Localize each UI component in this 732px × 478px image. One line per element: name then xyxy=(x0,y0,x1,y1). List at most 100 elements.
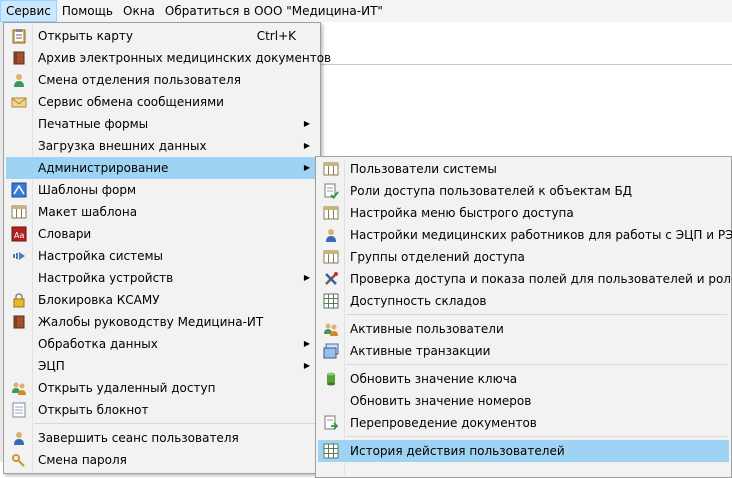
menu-item-label: Пользователи системы xyxy=(350,162,497,176)
submenu-arrow-icon: ▶ xyxy=(303,163,310,172)
menu-item-label: Проверка доступа и показа полей для поль… xyxy=(350,272,732,286)
submenu-item-update-numbers[interactable]: Обновить значение номеров xyxy=(318,390,729,412)
envelope-icon xyxy=(11,97,27,108)
submenu-arrow-icon: ▶ xyxy=(303,141,310,150)
menu-item-print-forms[interactable]: Печатные формы ▶ xyxy=(6,113,318,135)
menu-item-end-session[interactable]: Завершить сеанс пользователя xyxy=(6,427,318,449)
svg-text:Aa: Aa xyxy=(14,231,24,240)
clipboard-icon xyxy=(12,29,26,44)
menubar-item-contact[interactable]: Обратиться в ООО "Медицина-ИТ" xyxy=(160,0,388,22)
menu-item-label: Активные пользователи xyxy=(350,322,504,336)
menubar-item-windows[interactable]: Окна xyxy=(118,0,160,22)
menu-item-lock-ksamu[interactable]: Блокировка КСАМУ xyxy=(6,289,318,311)
menu-item-external-data[interactable]: Загрузка внешних данных ▶ xyxy=(6,135,318,157)
submenu-item-active-transactions[interactable]: Активные транзакции xyxy=(318,340,729,362)
book-icon xyxy=(13,315,25,329)
submenu-item-repost-documents[interactable]: Перепроведение документов xyxy=(318,412,729,434)
menu-item-label: Настройка меню быстрого доступа xyxy=(350,206,574,220)
menu-item-template-layout[interactable]: Макет шаблона xyxy=(6,201,318,223)
menu-item-label: Словари xyxy=(38,227,92,241)
menu-separator xyxy=(346,314,727,315)
menu-item-system-settings[interactable]: Настройка системы xyxy=(6,245,318,267)
grid-icon xyxy=(323,443,339,459)
menu-separator xyxy=(346,364,727,365)
grid-icon xyxy=(323,293,339,309)
submenu-item-access-check[interactable]: Проверка доступа и показа полей для поль… xyxy=(318,268,732,290)
submenu-arrow-icon: ▶ xyxy=(303,339,310,348)
menu-item-form-templates[interactable]: Шаблоны форм xyxy=(6,179,318,201)
menu-item-label: Смена пароля xyxy=(38,453,127,467)
administration-submenu: Пользователи системы Роли доступа пользо… xyxy=(315,156,732,478)
menu-item-data-processing[interactable]: Обработка данных ▶ xyxy=(6,333,318,355)
menu-separator xyxy=(346,436,727,437)
menu-item-label: Перепроведение документов xyxy=(350,416,537,430)
menu-item-label: Открыть блокнот xyxy=(38,403,149,417)
menu-item-label: История действия пользователей xyxy=(350,444,565,458)
menu-item-open-card[interactable]: Открыть карту Ctrl+K xyxy=(6,25,318,47)
menu-item-label: Блокировка КСАМУ xyxy=(38,293,160,307)
menu-item-change-department[interactable]: Смена отделения пользователя xyxy=(6,69,318,91)
menu-item-label: Обработка данных xyxy=(38,337,158,351)
menu-item-label: Открыть удаленный доступ xyxy=(38,381,216,395)
arrow-settings-icon xyxy=(13,252,25,260)
menu-item-label: Активные транзакции xyxy=(350,344,491,358)
service-dropdown-menu: Открыть карту Ctrl+K Архив электронных м… xyxy=(3,22,331,474)
menubar-item-help[interactable]: Помощь xyxy=(57,0,118,22)
menu-item-label: Жалобы руководству Медицина-ИТ xyxy=(38,315,264,329)
cylinder-icon xyxy=(327,372,335,386)
users-icon xyxy=(324,323,338,336)
submenu-item-access-roles[interactable]: Роли доступа пользователей к объектам БД xyxy=(318,180,729,202)
table-icon xyxy=(323,162,339,176)
menu-item-label: Смена отделения пользователя xyxy=(38,73,241,87)
menu-item-label: Открыть карту xyxy=(38,29,133,43)
submenu-item-update-key[interactable]: Обновить значение ключа xyxy=(318,368,729,390)
submenu-item-warehouse-availability[interactable]: Доступность складов xyxy=(318,290,729,312)
menu-item-dictionaries[interactable]: Aa Словари xyxy=(6,223,318,245)
menu-separator xyxy=(34,423,316,424)
menu-item-change-password[interactable]: Смена пароля xyxy=(6,449,318,471)
menu-item-label: Сервис обмена сообщениями xyxy=(38,95,224,109)
menu-item-label: Доступность складов xyxy=(350,294,487,308)
menu-item-label: Настройка устройств xyxy=(38,271,174,285)
submenu-item-medical-staff-settings[interactable]: Настройки медицинских работников для раб… xyxy=(318,224,732,246)
menu-item-label: Завершить сеанс пользователя xyxy=(38,431,239,445)
lock-icon xyxy=(13,293,25,308)
submenu-item-user-action-history[interactable]: История действия пользователей xyxy=(318,440,729,462)
menu-item-label: ЭЦП xyxy=(38,359,65,373)
menubar-item-service[interactable]: Сервис xyxy=(0,0,57,22)
menu-item-label: Обновить значение номеров xyxy=(350,394,532,408)
menu-item-archive[interactable]: Архив электронных медицинских документов xyxy=(6,47,331,69)
tools-icon xyxy=(325,272,338,285)
menu-item-label: Архив электронных медицинских документов xyxy=(38,51,332,65)
window-icon xyxy=(323,343,339,359)
menu-item-ecp[interactable]: ЭЦП ▶ xyxy=(6,355,318,377)
doc-arrow-icon xyxy=(324,415,339,430)
menu-item-notepad[interactable]: Открыть блокнот xyxy=(6,399,318,421)
menu-item-label: Печатные формы xyxy=(38,117,149,131)
menu-item-label: Администрирование xyxy=(38,161,169,175)
table-icon xyxy=(323,250,339,264)
shortcut-label: Ctrl+K xyxy=(256,29,296,43)
notepad-icon xyxy=(12,402,26,418)
menu-item-administration[interactable]: Администрирование ▶ xyxy=(6,157,318,179)
submenu-item-department-groups[interactable]: Группы отделений доступа xyxy=(318,246,729,268)
menu-item-label: Загрузка внешних данных xyxy=(38,139,207,153)
menu-item-complaints[interactable]: Жалобы руководству Медицина-ИТ xyxy=(6,311,318,333)
submenu-arrow-icon: ▶ xyxy=(303,273,310,282)
menu-item-device-settings[interactable]: Настройка устройств ▶ xyxy=(6,267,318,289)
menu-item-label: Шаблоны форм xyxy=(38,183,137,197)
submenu-arrow-icon: ▶ xyxy=(303,361,310,370)
submenu-item-system-users[interactable]: Пользователи системы xyxy=(318,158,729,180)
background-toolbar xyxy=(320,22,732,64)
submenu-item-active-users[interactable]: Активные пользователи xyxy=(318,318,729,340)
table-icon xyxy=(323,206,339,220)
submenu-item-quick-menu[interactable]: Настройка меню быстрого доступа xyxy=(318,202,729,224)
check-doc-icon xyxy=(324,183,339,199)
menu-item-label: Группы отделений доступа xyxy=(350,250,525,264)
table-icon xyxy=(11,205,27,219)
menu-item-label: Макет шаблона xyxy=(38,205,138,219)
book-icon xyxy=(13,51,25,65)
menu-item-messaging[interactable]: Сервис обмена сообщениями xyxy=(6,91,318,113)
menu-item-label: Настройки медицинских работников для раб… xyxy=(350,228,732,242)
menu-item-remote-access[interactable]: Открыть удаленный доступ xyxy=(6,377,318,399)
